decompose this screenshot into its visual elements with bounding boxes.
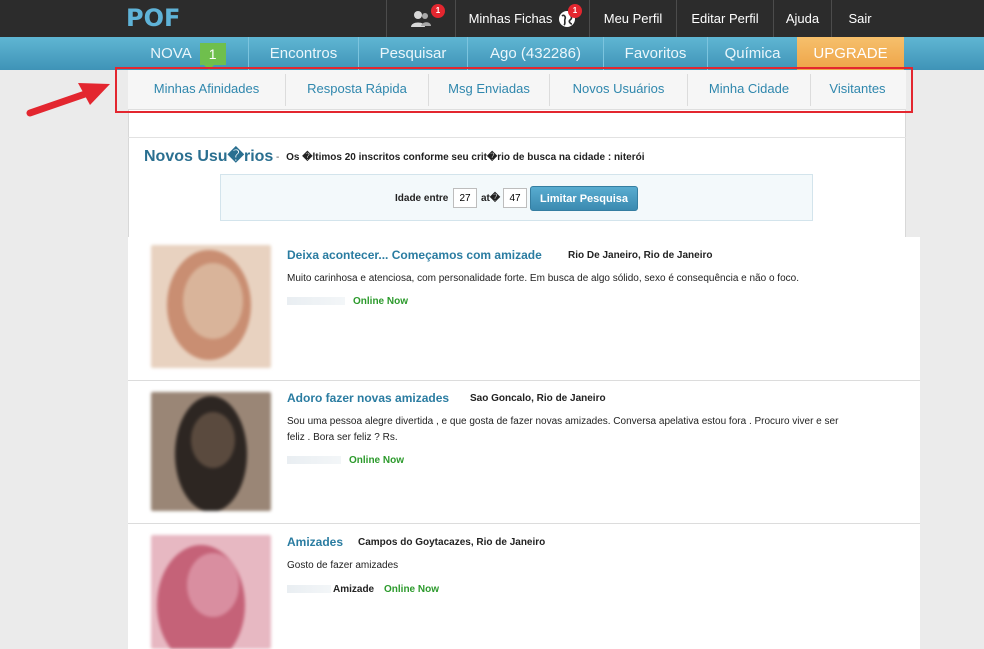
subnav-minha-cidade[interactable]: Minha Cidade <box>688 70 810 106</box>
profile-description: Gosto de fazer amizades <box>287 560 399 571</box>
profile-description: Sou uma pessoa alegre divertida , e que … <box>287 416 839 443</box>
red-arrow-icon <box>26 83 110 117</box>
idade-label: Idade entre <box>395 193 449 204</box>
profile-location: Sao Goncalo, Rio de Janeiro <box>470 393 606 404</box>
list-item: Adoro fazer novas amizades Sao Goncalo, … <box>128 381 920 524</box>
sub-nav: Minhas Afinidades Resposta Rápida Msg En… <box>128 70 906 110</box>
profile-photo[interactable] <box>151 392 271 511</box>
profile-location: Campos do Goytacazes, Rio de Janeiro <box>358 537 546 548</box>
subnav-resposta-rapida[interactable]: Resposta Rápida <box>286 70 428 106</box>
tab-nova[interactable]: NOVA 1 <box>128 37 248 70</box>
editar-perfil-link[interactable]: Editar Perfil <box>677 0 773 37</box>
ajuda-link[interactable]: Ajuda <box>774 0 831 37</box>
tab-upgrade[interactable]: UPGRADE <box>797 37 904 70</box>
tab-encontros[interactable]: Encontros <box>249 37 358 70</box>
subnav-msg-enviadas[interactable]: Msg Enviadas <box>429 70 549 106</box>
friend-requests-button[interactable]: 1 <box>387 0 455 37</box>
profile-photo[interactable] <box>151 245 271 368</box>
obscured-username <box>287 456 341 464</box>
online-status: Online Now <box>353 296 408 307</box>
fichas-badge: 1 <box>568 4 582 18</box>
obscured-username <box>287 297 345 305</box>
divider <box>128 137 906 138</box>
top-bar: POF 1 Minhas Fichas 1 Meu Perfil Editar … <box>0 0 984 37</box>
people-icon <box>411 10 431 27</box>
top-nav: 1 Minhas Fichas 1 Meu Perfil Editar Perf… <box>386 0 888 37</box>
max-age-input[interactable] <box>503 188 527 208</box>
online-status: Online Now <box>349 455 404 466</box>
list-item: Amizades Campos do Goytacazes, Rio de Ja… <box>128 524 920 649</box>
profile-description: Muito carinhosa e atenciosa, com persona… <box>287 273 799 284</box>
profile-location: Rio De Janeiro, Rio de Janeiro <box>568 250 713 261</box>
profile-headline-link[interactable]: Deixa acontecer... Começamos com amizade <box>287 248 542 262</box>
minhas-fichas-label: Minhas Fichas <box>468 11 553 26</box>
profile-photo[interactable] <box>151 535 271 649</box>
tab-pesquisar[interactable]: Pesquisar <box>359 37 467 70</box>
list-item: Deixa acontecer... Começamos com amizade… <box>128 237 920 381</box>
tab-favoritos[interactable]: Favoritos <box>604 37 707 70</box>
meu-perfil-link[interactable]: Meu Perfil <box>590 0 676 37</box>
age-filter-box: Idade entre at� Limitar Pesquisa <box>220 174 813 221</box>
page-title: Novos Usu�rios <box>144 148 274 165</box>
subnav-minhas-afinidades[interactable]: Minhas Afinidades <box>128 70 285 106</box>
min-age-input[interactable] <box>453 188 477 208</box>
pof-logo[interactable]: POF <box>126 4 180 32</box>
limitar-pesquisa-button[interactable]: Limitar Pesquisa <box>530 186 638 211</box>
tab-quimica[interactable]: Química <box>708 37 797 70</box>
profile-headline-link[interactable]: Adoro fazer novas amizades <box>287 391 449 405</box>
obscured-username <box>287 585 331 593</box>
title-dash: - <box>276 152 280 163</box>
sair-link[interactable]: Sair <box>832 0 888 37</box>
tab-nova-label: NOVA <box>150 45 192 62</box>
requests-badge: 1 <box>431 4 445 18</box>
new-count-badge: 1 <box>199 42 226 70</box>
page-subtitle: - Os �ltimos 20 inscritos conforme seu c… <box>276 152 645 163</box>
online-status: Online Now <box>384 584 439 595</box>
subnav-visitantes[interactable]: Visitantes <box>811 70 904 106</box>
subtitle-text: Os �ltimos 20 inscritos conforme seu cri… <box>286 152 645 163</box>
tab-ago[interactable]: Ago (432286) <box>468 37 603 70</box>
subnav-novos-usuarios[interactable]: Novos Usuários <box>550 70 687 106</box>
intent-label: Amizade <box>333 584 375 595</box>
ate-label: at� <box>481 193 501 204</box>
minhas-fichas-link[interactable]: Minhas Fichas 1 <box>456 0 589 37</box>
main-nav: NOVA 1 Encontros Pesquisar Ago (432286) … <box>0 37 984 70</box>
profile-headline-link[interactable]: Amizades <box>287 535 343 549</box>
